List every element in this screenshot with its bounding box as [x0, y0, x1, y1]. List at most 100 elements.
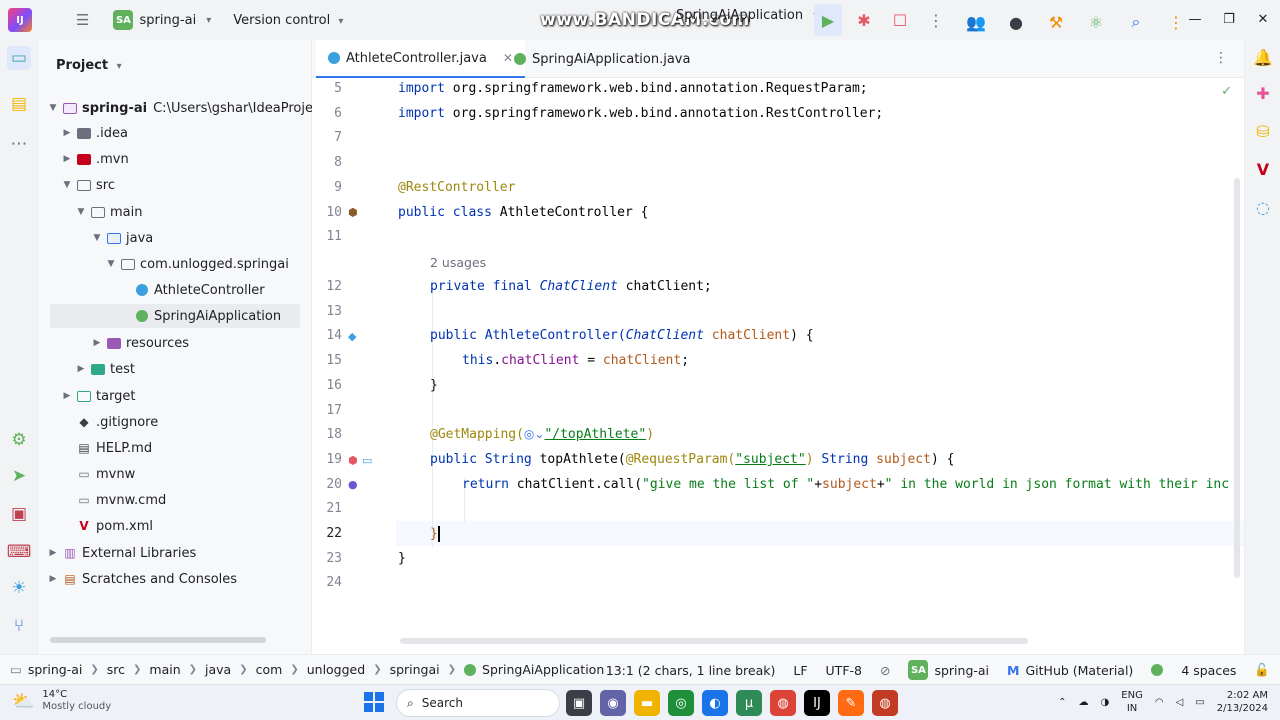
code-editor[interactable]: 5 6 7 8 9 10 11 12 13 14 15 16 17 18 19 … — [312, 78, 1244, 646]
minimize-icon[interactable]: — — [1178, 0, 1212, 38]
ai-assistant-panel-icon[interactable]: ✚ — [1252, 82, 1274, 104]
status-indicator[interactable] — [1151, 664, 1164, 676]
chrome-profile-icon[interactable]: ◍ — [872, 690, 898, 716]
stop-icon[interactable]: ☐ — [886, 4, 914, 36]
commit-tool-icon[interactable]: ▤ — [7, 92, 31, 116]
code-with-me-icon[interactable]: 👥 — [962, 6, 990, 38]
http-request-icon[interactable]: ▭ — [362, 454, 372, 467]
tab-options-icon[interactable]: ⋮ — [1214, 50, 1228, 66]
tree-item-target[interactable]: ▶ target — [60, 384, 136, 408]
tree-item-package[interactable]: ▼ com.unlogged.springai — [104, 252, 289, 276]
editor-vertical-scrollbar[interactable] — [1234, 178, 1240, 578]
chevron-right-icon[interactable]: ▶ — [60, 128, 74, 138]
app-logo-icon[interactable]: IJ — [8, 8, 32, 32]
debug-icon[interactable]: ✱ — [850, 4, 878, 36]
chevron-down-icon[interactable]: ▼ — [74, 207, 88, 217]
tree-item-mvnw-cmd[interactable]: ▭ mvnw.cmd — [74, 488, 166, 512]
tree-item-mvn[interactable]: ▶ .mvn — [60, 147, 129, 171]
copilot-icon[interactable]: ◌ — [1252, 196, 1274, 218]
chevron-up-icon[interactable]: ⌃ — [1058, 697, 1066, 708]
taskbar-search[interactable]: ⌕ Search — [396, 689, 560, 717]
breadcrumb-item[interactable]: main — [149, 662, 180, 677]
database-icon[interactable]: ▣ — [7, 502, 31, 526]
edge-icon[interactable]: ◐ — [702, 690, 728, 716]
readonly-toggle-icon[interactable]: ⊘ — [880, 663, 890, 678]
endpoint-icon[interactable]: ⬢ — [348, 454, 358, 467]
volume-icon[interactable]: ◁ — [1176, 697, 1184, 708]
line-separator[interactable]: LF — [793, 663, 807, 678]
project-switcher[interactable]: SA spring-ai ▾ — [113, 10, 211, 30]
breadcrumb-item[interactable]: SpringAiApplication — [482, 662, 604, 677]
services-icon[interactable]: ⚙ — [7, 428, 31, 452]
breadcrumb-item[interactable]: java — [205, 662, 231, 677]
terminal-icon[interactable]: ⌨ — [7, 540, 32, 564]
tree-item-spring-ai[interactable]: ▼ spring-ai C:\Users\gshar\IdeaProjects\… — [46, 96, 344, 120]
tab-athletecontroller[interactable]: AthleteController.java ✕ — [316, 40, 525, 78]
postman-icon[interactable]: ✎ — [838, 690, 864, 716]
chevron-right-icon[interactable]: ▶ — [60, 154, 74, 164]
tree-item-test[interactable]: ▶ test — [74, 357, 135, 381]
tree-item-mvnw[interactable]: ▭ mvnw — [74, 462, 135, 486]
build-tools-icon[interactable]: ⚒ — [1042, 6, 1070, 38]
theme-indicator[interactable]: M GitHub (Material) — [1007, 663, 1133, 678]
breadcrumb-item[interactable]: src — [107, 662, 125, 677]
ai-suggestion-icon[interactable]: ● — [348, 478, 358, 491]
tab-springaiapplication[interactable]: SpringAiApplication.java — [502, 40, 702, 78]
problems-icon[interactable]: ☀ — [7, 576, 31, 600]
profile-icon[interactable]: ● — [1002, 6, 1030, 38]
git-icon[interactable]: ⑂ — [7, 614, 31, 638]
project-panel-header[interactable]: Project ▾ — [56, 58, 122, 73]
intellij-icon[interactable]: IJ — [804, 690, 830, 716]
project-tool-icon[interactable]: ▭ — [7, 46, 31, 70]
editor-horizontal-scrollbar[interactable] — [400, 638, 1028, 644]
clock[interactable]: 2:02 AM 2/13/2024 — [1217, 689, 1268, 715]
xbox-icon[interactable]: ◎ — [668, 690, 694, 716]
usages-hint[interactable]: 2 usages — [430, 255, 486, 270]
tree-item-scratches[interactable]: ▶ ▤ Scratches and Consoles — [46, 567, 238, 591]
project-indicator[interactable]: SA spring-ai — [908, 660, 989, 680]
breadcrumb-item[interactable]: com — [256, 662, 283, 677]
implementation-icon[interactable]: ◆ — [348, 330, 356, 343]
tree-item-athletecontroller[interactable]: AthleteController — [132, 278, 265, 302]
chevron-down-icon[interactable]: ▼ — [46, 103, 60, 113]
project-horizontal-scrollbar[interactable] — [50, 637, 266, 643]
chevron-down-icon[interactable]: ▼ — [60, 180, 74, 190]
more-tools-icon[interactable]: ⋯ — [7, 132, 31, 156]
battery-icon[interactable]: ▭ — [1195, 697, 1204, 708]
windows-start-icon[interactable] — [364, 692, 384, 712]
globe-icon[interactable]: ◎⌄ — [524, 427, 545, 441]
tree-item-help-md[interactable]: ▤ HELP.md — [74, 436, 152, 460]
tree-item-external-libraries[interactable]: ▶ ▥ External Libraries — [46, 541, 197, 565]
tree-item-gitignore[interactable]: ◆ .gitignore — [74, 410, 158, 434]
tree-item-springaiapplication[interactable]: SpringAiApplication — [50, 304, 300, 328]
wifi-icon[interactable]: ◠ — [1155, 697, 1164, 708]
file-encoding[interactable]: UTF-8 — [826, 663, 862, 678]
breadcrumb-item[interactable]: unlogged — [307, 662, 365, 677]
breadcrumb-item[interactable]: springai — [390, 662, 440, 677]
run-icon[interactable]: ▶ — [814, 4, 842, 36]
chevron-right-icon[interactable]: ▶ — [60, 391, 74, 401]
maven-panel-icon[interactable]: V — [1252, 158, 1274, 180]
lock-icon[interactable]: 🔓 — [1254, 662, 1270, 678]
tree-item-src[interactable]: ▼ src — [60, 173, 115, 197]
chevron-right-icon[interactable]: ▶ — [74, 364, 88, 374]
version-control-menu[interactable]: Version control ▾ — [233, 13, 343, 28]
database-panel-icon[interactable]: ⛁ — [1252, 120, 1274, 142]
ai-assistant-icon[interactable]: ⚛ — [1082, 6, 1110, 38]
close-icon[interactable]: ✕ — [1246, 0, 1280, 38]
chevron-right-icon[interactable]: ▶ — [46, 574, 60, 584]
utorrent-icon[interactable]: µ — [736, 690, 762, 716]
caret-position[interactable]: 13:1 (2 chars, 1 line break) — [606, 663, 776, 678]
chevron-right-icon[interactable]: ▶ — [90, 338, 104, 348]
tree-item-pom-xml[interactable]: V pom.xml — [74, 514, 153, 538]
chevron-down-icon[interactable]: ▼ — [104, 259, 118, 269]
file-explorer-icon[interactable]: ▬ — [634, 690, 660, 716]
run-config-selector[interactable]: SpringAiApplication ▾ — [676, 8, 818, 23]
tree-item-main[interactable]: ▼ main — [74, 200, 143, 224]
tree-item-idea[interactable]: ▶ .idea — [60, 121, 128, 145]
tree-item-java[interactable]: ▼ java — [90, 226, 154, 250]
no-problems-check-icon[interactable]: ✓ — [1221, 84, 1232, 99]
language-indicator[interactable]: ENG IN — [1121, 689, 1143, 715]
notifications-icon[interactable]: 🔔 — [1252, 46, 1274, 68]
chrome-icon[interactable]: ◍ — [770, 690, 796, 716]
